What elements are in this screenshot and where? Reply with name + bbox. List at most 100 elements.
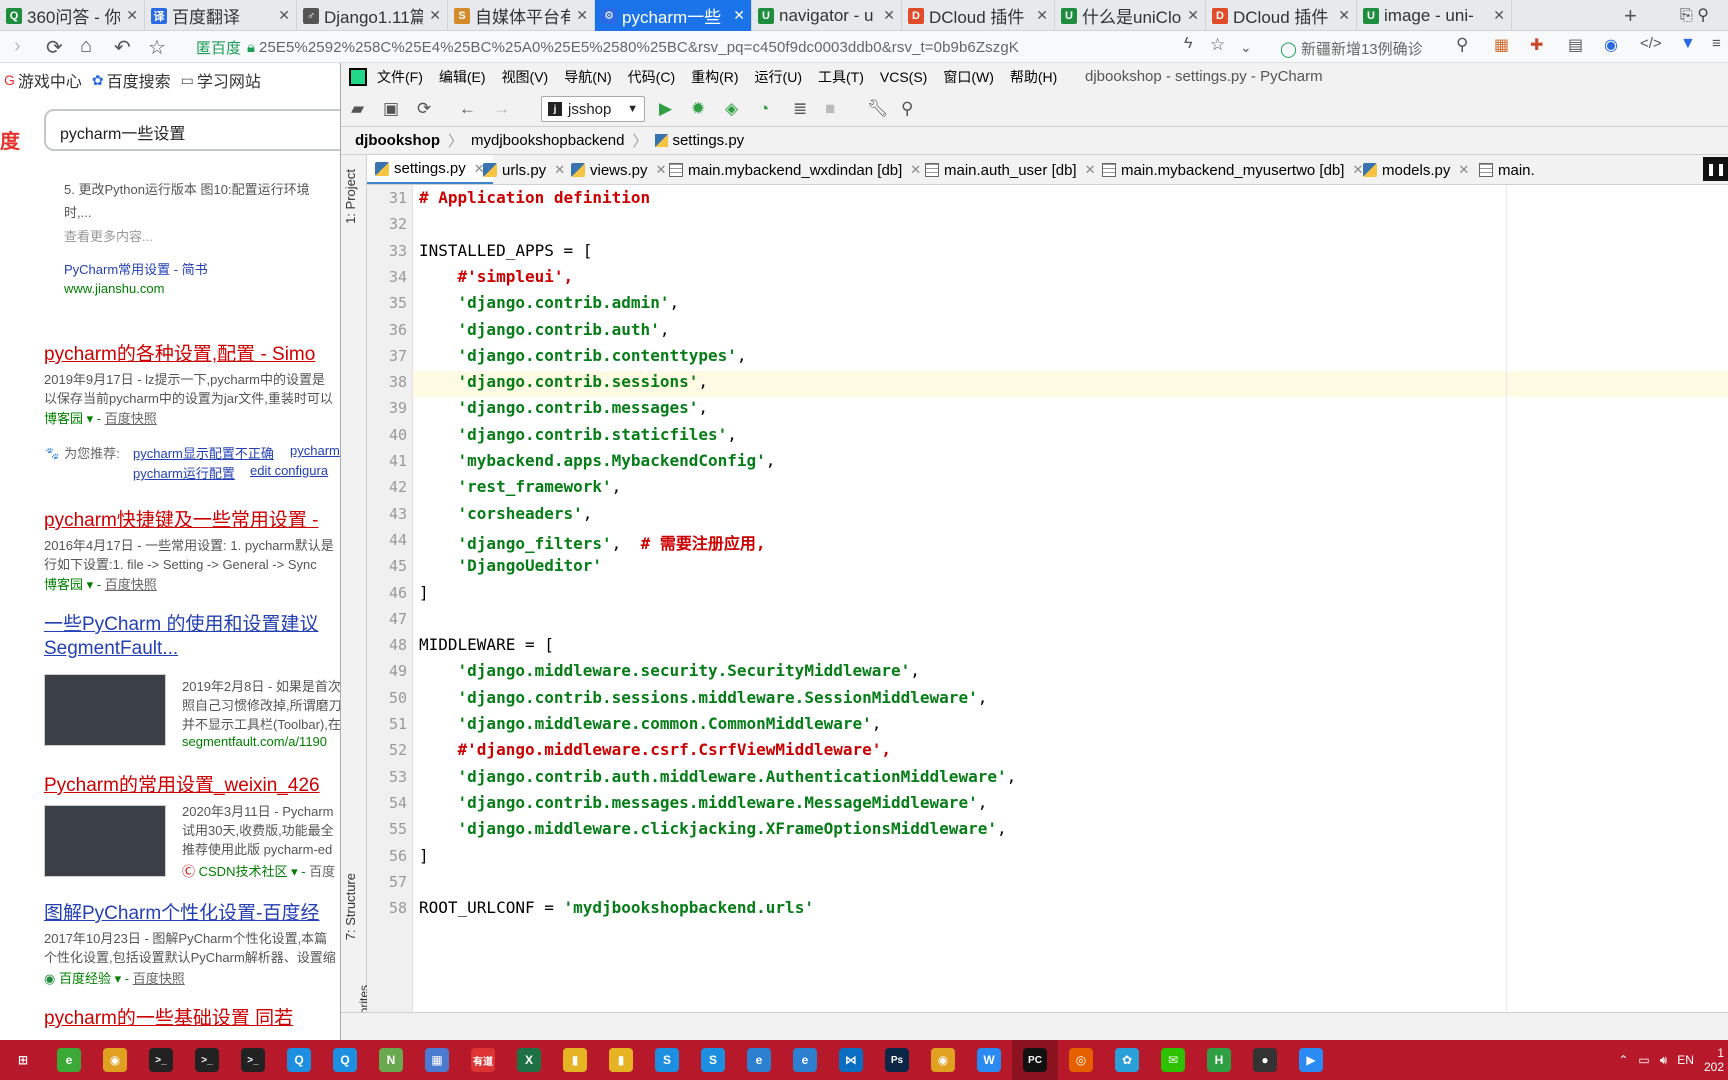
feishu-taskbar-button[interactable]: S — [644, 1040, 690, 1080]
code-line[interactable]: 'django.contrib.staticfiles', — [419, 425, 737, 444]
code-line[interactable]: 'django_filters', # 需要注册应用, — [419, 530, 766, 554]
browser-tab[interactable]: Uimage - uni- ✕ — [1357, 0, 1512, 31]
stop-icon[interactable]: ■ — [825, 99, 835, 119]
player-taskbar-button[interactable]: ▶ — [1288, 1040, 1334, 1080]
code-editor[interactable]: # Application definition INSTALLED_APPS =… — [413, 185, 1728, 1012]
network-icon[interactable]: ▭ — [1638, 1053, 1649, 1067]
code-line[interactable]: 'django.middleware.clickjacking.XFrameOp… — [419, 819, 1007, 838]
tray-chevron-icon[interactable]: ⌃ — [1618, 1053, 1628, 1067]
menu-item[interactable]: 文件(F) — [377, 67, 423, 87]
code-line[interactable]: 'corsheaders', — [419, 504, 593, 523]
save-icon[interactable]: ▣ — [383, 99, 399, 119]
editor-tab[interactable]: main.auth_user [db] ✕ — [917, 155, 1104, 184]
code-line[interactable]: 'django.contrib.admin', — [419, 293, 680, 312]
search-icon[interactable]: ⚲ — [1456, 35, 1468, 55]
open-folder-icon[interactable]: ▰ — [351, 99, 364, 119]
editor-tab[interactable]: views.py ✕ — [563, 155, 674, 184]
breadcrumb-item[interactable]: settings.py — [672, 132, 744, 149]
browser-tab[interactable]: D DCloud 插件 ✕ — [902, 0, 1055, 31]
cache-link[interactable]: 百度快照 — [105, 411, 157, 426]
bolt-icon[interactable]: ϟ — [1184, 35, 1192, 53]
photoshop-taskbar-button[interactable]: Ps — [874, 1040, 920, 1080]
editor-tab[interactable]: settings.py ✕ — [367, 155, 493, 184]
baidu-logo[interactable]: 度 — [0, 125, 20, 154]
cache-link[interactable]: 百度 — [309, 864, 335, 879]
close-tab-icon[interactable]: ✕ — [1493, 7, 1505, 24]
terminal-3-taskbar-button[interactable]: >_ — [230, 1040, 276, 1080]
code-line[interactable]: MIDDLEWARE = [ — [419, 635, 554, 654]
result-title[interactable]: 图解PyCharm个性化设置-百度经 — [44, 898, 320, 925]
menu-item[interactable]: 导航(N) — [564, 67, 611, 87]
notepad-taskbar-button[interactable]: N — [368, 1040, 414, 1080]
forward-icon[interactable]: → — [493, 99, 510, 119]
menu-item[interactable]: VCS(S) — [880, 69, 927, 85]
editor-tab[interactable]: urls.py ✕ — [475, 155, 573, 184]
code-line[interactable]: 'django.middleware.security.SecurityMidd… — [419, 661, 920, 680]
sync-icon[interactable]: ⟳ — [417, 99, 431, 119]
browser-tab[interactable]: Q 360问答 - 你 ✕ — [0, 0, 145, 31]
new-tab-button[interactable]: + — [1624, 3, 1637, 29]
run-concurrency-icon[interactable]: ≣ — [793, 99, 807, 119]
chevron-down-icon[interactable]: ⌄ — [1240, 39, 1252, 56]
reload-icon[interactable]: ⟳ — [46, 35, 63, 60]
result-title-line2[interactable]: SegmentFault... — [44, 638, 178, 660]
obs-taskbar-button[interactable]: ● — [1242, 1040, 1288, 1080]
close-tab-icon[interactable]: ✕ — [576, 7, 588, 24]
code-line[interactable]: # Application definition — [419, 188, 650, 207]
app-multi-taskbar-button[interactable]: ▦ — [414, 1040, 460, 1080]
code-line[interactable]: 'django.contrib.sessions', — [419, 372, 708, 391]
back-icon[interactable]: ← — [459, 99, 476, 119]
result-source[interactable]: 博客园 ▾ - 百度快照 — [44, 574, 157, 593]
bookmark-item[interactable]: ✿ 百度搜索 — [92, 68, 171, 92]
settings-wrench-icon[interactable]: 🔧︎ — [867, 99, 889, 119]
cache-link[interactable]: 百度快照 — [105, 577, 157, 592]
side-tab-structure[interactable]: 7: Structure — [343, 873, 358, 940]
see-more-link[interactable]: 查看更多内容... — [64, 226, 153, 245]
search-everywhere-icon[interactable]: ⚲ — [901, 99, 913, 119]
result-thumbnail[interactable] — [44, 674, 166, 746]
close-tab-icon[interactable]: ✕ — [126, 7, 138, 24]
task-view-taskbar-button[interactable]: ⊞ — [0, 1040, 46, 1080]
terminal-1-taskbar-button[interactable]: >_ — [138, 1040, 184, 1080]
result-title[interactable]: pycharm快捷键及一些常用设置 - — [44, 505, 318, 532]
breadcrumb-item[interactable]: mydjbookshopbackend — [471, 132, 624, 149]
volume-icon[interactable]: 🔊︎ — [1660, 1053, 1668, 1068]
firefox-taskbar-button[interactable]: ◎ — [1058, 1040, 1104, 1080]
code-line[interactable]: INSTALLED_APPS = [ — [419, 241, 592, 260]
bookmark-item[interactable]: G 游戏中心 — [4, 68, 82, 92]
jianshu-link[interactable]: PyCharm常用设置 - 简书 — [64, 259, 208, 278]
mango-taskbar-button[interactable]: ✿ — [1104, 1040, 1150, 1080]
menu-item[interactable]: 帮助(H) — [1010, 67, 1057, 87]
close-tab-icon[interactable]: ✕ — [883, 7, 895, 24]
browser-tab[interactable]: U 什么是uniClo ✕ — [1055, 0, 1206, 31]
code-line[interactable]: 'django.middleware.common.CommonMiddlewa… — [419, 714, 882, 733]
menu-item[interactable]: 代码(C) — [628, 67, 675, 87]
edge-taskbar-button[interactable]: e — [736, 1040, 782, 1080]
result-title[interactable]: pycharm的一些基础设置 同若 — [44, 1003, 293, 1030]
bookmark-item[interactable]: ▭ 学习网站 — [181, 68, 261, 92]
editor-tab[interactable]: main.mybackend_wxdindan [db] ✕ — [661, 155, 929, 184]
recommend-link[interactable]: pycharm运行配置 — [133, 463, 235, 482]
hbuilder-taskbar-button[interactable]: H — [1196, 1040, 1242, 1080]
result-source[interactable]: Ⓒ CSDN技术社区 ▾ - 百度 — [182, 861, 335, 880]
close-tab-icon[interactable]: ✕ — [1338, 7, 1350, 24]
360-browser-taskbar-button[interactable]: e — [46, 1040, 92, 1080]
code-line[interactable]: 'django.contrib.sessions.middleware.Sess… — [419, 688, 988, 707]
editor-tab[interactable]: main.mybackend_myusertwo [db] ✕ — [1094, 155, 1371, 184]
download-icon[interactable]: ▼ — [1680, 35, 1696, 53]
close-tab-icon[interactable]: ✕ — [1187, 7, 1199, 24]
result-source[interactable]: segmentfault.com/a/1190 — [182, 734, 327, 749]
recommend-link[interactable]: pycharm — [290, 443, 340, 458]
home-icon[interactable]: ⌂ — [80, 35, 92, 58]
star-icon[interactable]: ☆ — [148, 35, 166, 60]
terminal-2-taskbar-button[interactable]: >_ — [184, 1040, 230, 1080]
browser-tab[interactable]: S 自媒体平台有 ✕ — [448, 0, 595, 31]
clock[interactable]: 1 202 — [1704, 1046, 1724, 1074]
code-line[interactable]: ROOT_URLCONF = 'mydjbookshopbackend.urls… — [419, 898, 814, 917]
result-thumbnail[interactable] — [44, 805, 166, 877]
close-tab-icon[interactable]: ✕ — [1458, 162, 1469, 178]
news-ticker[interactable]: ◯ 新疆新增13例确诊 — [1280, 38, 1423, 59]
undo-icon[interactable]: ↶ — [114, 35, 131, 60]
pycharm-taskbar-button[interactable]: PC — [1012, 1040, 1058, 1080]
run-icon[interactable]: ▶ — [659, 99, 672, 119]
